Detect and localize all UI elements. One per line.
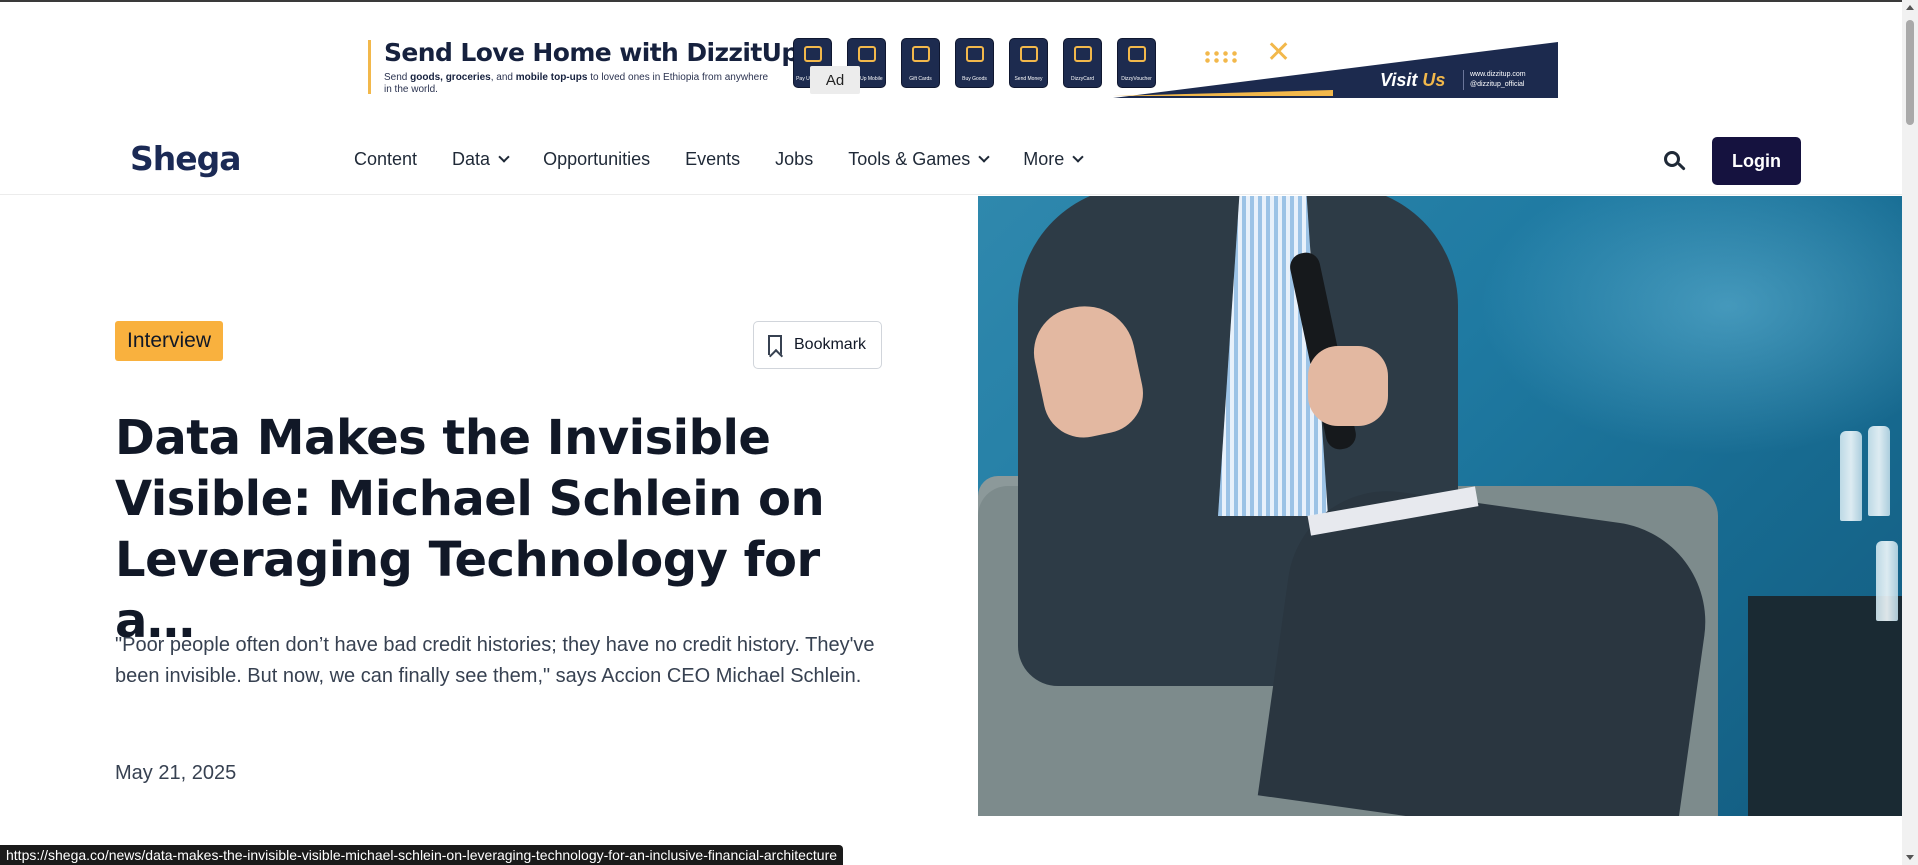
ad-visit-us: Visit Us <box>1380 70 1446 90</box>
ad-service-dizzyvoucher: DizzyVoucher <box>1117 38 1156 88</box>
article-lede: "Poor people often don’t have bad credit… <box>115 634 875 687</box>
link-status-bar: https://shega.co/news/data-makes-the-inv… <box>0 845 844 865</box>
gift-card-icon <box>912 46 930 62</box>
login-button[interactable]: Login <box>1712 137 1801 185</box>
ad-badge: Ad <box>810 66 860 94</box>
ad-subtitle: Send goods, groceries, and mobile top-up… <box>384 72 769 95</box>
bill-icon <box>804 46 822 62</box>
ad-service-dizzycard: DizzyCard <box>1063 38 1102 88</box>
site-header: Shega Content Data Opportunities Events … <box>0 135 1902 195</box>
search-icon[interactable] <box>1662 149 1688 175</box>
money-icon <box>1020 46 1038 62</box>
bookmark-label: Bookmark <box>794 336 867 353</box>
ad-title: Send Love Home with DizzitUp! <box>384 38 810 67</box>
ad-sparkle-icon: ✕ <box>1266 36 1292 69</box>
category-tag[interactable]: Interview <box>115 321 224 361</box>
chevron-down-icon <box>1072 151 1084 163</box>
bookmark-button[interactable]: Bookmark <box>753 321 882 369</box>
ad-service-giftcards: Gift Cards <box>901 38 940 88</box>
chevron-down-icon <box>978 151 990 163</box>
scroll-up-icon[interactable] <box>1906 5 1914 10</box>
page-scrollbar[interactable] <box>1902 0 1918 865</box>
nav-data[interactable]: Data <box>452 149 510 170</box>
article-title[interactable]: Data Makes the Invisible Visible: Michae… <box>115 408 895 652</box>
card-icon <box>1074 46 1092 62</box>
cart-icon <box>966 46 984 62</box>
window-top-border <box>0 0 1918 2</box>
main-nav: Content Data Opportunities Events Jobs T… <box>354 149 1117 170</box>
site-logo[interactable]: Shega <box>130 139 242 178</box>
nav-more[interactable]: More <box>1023 149 1084 170</box>
nav-events[interactable]: Events <box>685 149 740 170</box>
article-date: May 21, 2025 <box>115 762 237 784</box>
voucher-icon <box>1128 46 1146 62</box>
ad-service-sendmoney: Send Money <box>1009 38 1048 88</box>
ad-service-buygoods: Buy Goods <box>955 38 994 88</box>
scrollbar-thumb[interactable] <box>1906 20 1914 125</box>
nav-opportunities[interactable]: Opportunities <box>543 149 650 170</box>
ad-dots-decoration <box>1203 50 1239 64</box>
nav-tools-games[interactable]: Tools & Games <box>848 149 990 170</box>
article-hero-image[interactable] <box>978 196 1902 816</box>
nav-jobs[interactable]: Jobs <box>775 149 813 170</box>
ad-contact: www.dizzitup.com @dizzitup_official <box>1463 70 1526 90</box>
chevron-down-icon <box>498 151 510 163</box>
nav-content[interactable]: Content <box>354 149 417 170</box>
ad-banner[interactable]: Send Love Home with DizzitUp! Send goods… <box>368 38 1558 100</box>
scroll-down-icon[interactable] <box>1906 855 1914 860</box>
phone-icon <box>858 46 876 62</box>
ad-accent-bar <box>368 40 371 94</box>
bookmark-icon <box>768 335 782 355</box>
